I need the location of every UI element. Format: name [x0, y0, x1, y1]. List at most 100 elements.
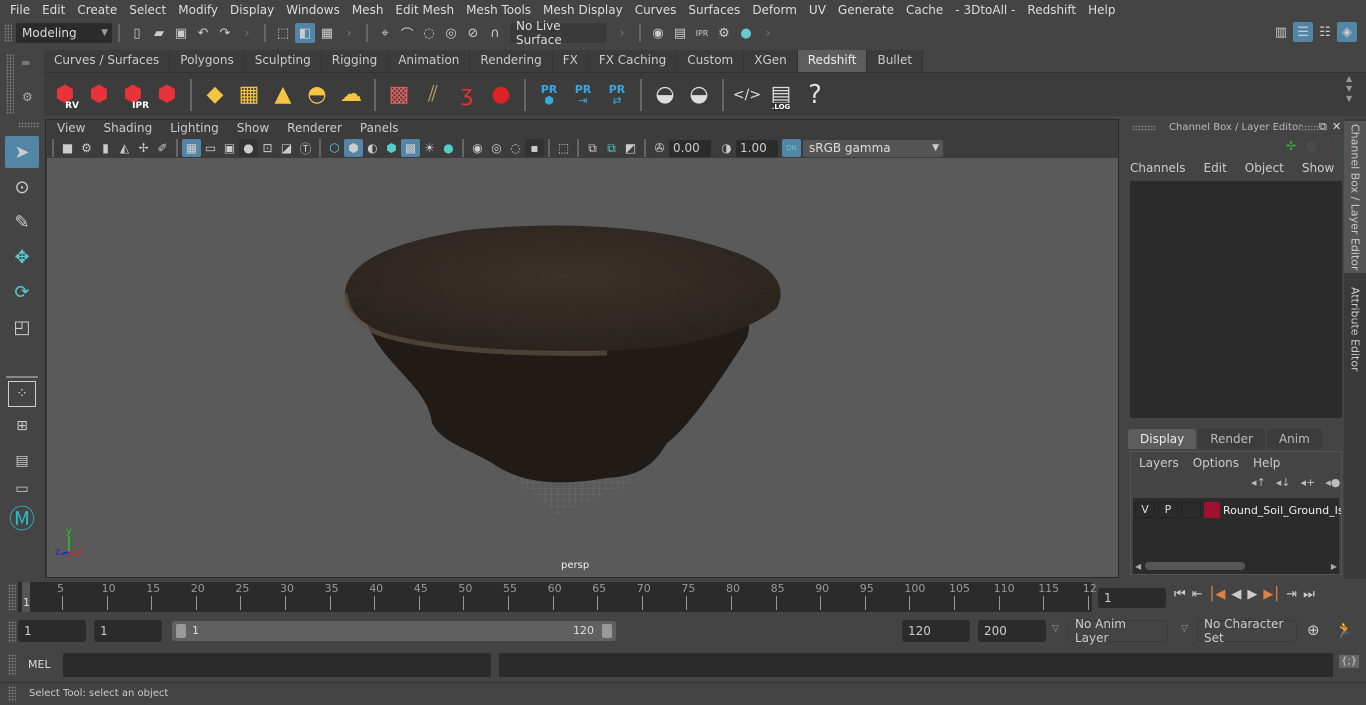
script-editor-icon[interactable]: {;}: [1339, 655, 1360, 668]
camera-icon[interactable]: ■: [58, 139, 77, 157]
go-to-start-icon[interactable]: ⏮: [1174, 587, 1186, 602]
display-type-toggle[interactable]: [1181, 502, 1201, 518]
tab-custom[interactable]: Custom: [677, 50, 745, 72]
other-layout-icon[interactable]: ▭: [5, 480, 39, 498]
open-scene-icon[interactable]: ▰: [149, 23, 169, 43]
script-language-toggle[interactable]: MEL: [28, 658, 51, 671]
visibility-toggle[interactable]: V: [1135, 502, 1155, 518]
maya-logo-icon[interactable]: Ⓜ: [5, 501, 39, 535]
tab-anim[interactable]: Anim: [1266, 429, 1322, 449]
playback-end-field[interactable]: 120: [902, 620, 970, 642]
four-view-layout-icon[interactable]: ⊞: [5, 410, 39, 442]
gamma-icon[interactable]: ◑: [717, 139, 736, 157]
shelf-scroll[interactable]: ▲ ▼ ▼: [1346, 74, 1352, 104]
drag-handle[interactable]: [18, 122, 40, 128]
grid-icon[interactable]: ▦: [182, 139, 201, 157]
new-scene-icon[interactable]: ▯: [127, 23, 147, 43]
speed-icon[interactable]: ◍: [1306, 139, 1316, 153]
menu-select[interactable]: Select: [123, 3, 172, 17]
log-icon[interactable]: ▤ .LOG: [765, 79, 797, 111]
viewport-menu-view[interactable]: View: [48, 120, 94, 138]
menu-curves[interactable]: Curves: [629, 3, 683, 17]
image-plane-icon[interactable]: ◭: [115, 139, 134, 157]
shelf-settings-icon[interactable]: ⚙: [22, 90, 33, 104]
rotate-tool-icon[interactable]: ⟳: [5, 276, 39, 308]
script-icon[interactable]: </>: [731, 79, 763, 111]
tab-curves-surfaces[interactable]: Curves / Surfaces: [44, 50, 171, 72]
move-layer-down-icon[interactable]: ◂↓: [1276, 476, 1291, 489]
tab-channel-box[interactable]: Channel Box / Layer Editor: [1344, 121, 1366, 273]
step-forward-key-icon[interactable]: ⇥: [1286, 587, 1297, 602]
layer-menu-help[interactable]: Help: [1253, 456, 1280, 470]
grease-pencil-icon[interactable]: ✐: [153, 139, 172, 157]
move-tool-icon[interactable]: ✥: [5, 241, 39, 273]
menu-3dtoall[interactable]: - 3DtoAll -: [949, 3, 1021, 17]
collapse-arrow-icon[interactable]: ›: [612, 23, 632, 43]
color-space-dropdown[interactable]: sRGB gamma ▼: [803, 139, 943, 157]
redshift-ipr-icon[interactable]: ⬢ IPR: [117, 79, 149, 111]
tab-animation[interactable]: Animation: [388, 50, 471, 72]
current-frame-field[interactable]: 1: [1098, 588, 1166, 608]
pr-object-icon[interactable]: PR ⬢: [533, 79, 565, 111]
tab-sculpting[interactable]: Sculpting: [244, 50, 322, 72]
menu-edit-mesh[interactable]: Edit Mesh: [389, 3, 460, 17]
undo-icon[interactable]: ↶: [193, 23, 213, 43]
tab-rigging[interactable]: Rigging: [321, 50, 389, 72]
menu-file[interactable]: File: [4, 3, 36, 17]
volume-icon[interactable]: ʒ: [451, 79, 483, 111]
drag-handle[interactable]: [1132, 125, 1156, 131]
range-slider[interactable]: 1 120: [172, 621, 616, 641]
range-end-handle[interactable]: [602, 624, 612, 638]
chevron-down-icon[interactable]: ▽: [1052, 624, 1059, 634]
menu-modify[interactable]: Modify: [172, 3, 224, 17]
gamma-field[interactable]: 1.00: [736, 139, 778, 157]
layer-color-swatch[interactable]: [1204, 502, 1220, 518]
move-layer-up-icon[interactable]: ◂↑: [1251, 476, 1266, 489]
scroll-thumb[interactable]: [1145, 562, 1246, 570]
channel-menu-channels[interactable]: Channels: [1130, 161, 1186, 175]
tab-render[interactable]: Render: [1198, 429, 1265, 449]
command-input[interactable]: [63, 653, 491, 677]
gate-mask-icon[interactable]: ●: [239, 139, 258, 157]
channel-menu-edit[interactable]: Edit: [1204, 161, 1227, 175]
2d-pan-zoom-icon[interactable]: ✢: [134, 139, 153, 157]
motion-blur-icon[interactable]: ◎: [487, 139, 506, 157]
menu-uv[interactable]: UV: [803, 3, 832, 17]
render-frame-icon[interactable]: ▤: [670, 23, 690, 43]
menu-redshift[interactable]: Redshift: [1021, 3, 1082, 17]
anim-layer-dropdown[interactable]: No Anim Layer: [1068, 617, 1168, 645]
menu-mesh-tools[interactable]: Mesh Tools: [460, 3, 537, 17]
default-material-icon[interactable]: ◐: [363, 139, 382, 157]
sun-sky-icon[interactable]: ☁: [335, 79, 367, 111]
tab-polygons[interactable]: Polygons: [170, 50, 245, 72]
exposure-field[interactable]: 0.00: [669, 139, 711, 157]
menu-create[interactable]: Create: [71, 3, 123, 17]
channel-menu-show[interactable]: Show: [1302, 161, 1334, 175]
anti-aliasing-icon[interactable]: ◌: [506, 139, 525, 157]
paint-select-tool-icon[interactable]: ✎: [5, 206, 39, 238]
character-set-dropdown[interactable]: No Character Set: [1197, 617, 1297, 645]
use-all-lights-icon[interactable]: ☀: [420, 139, 439, 157]
proxy-cube-icon[interactable]: ▩: [383, 79, 415, 111]
drag-handle[interactable]: [1298, 125, 1320, 131]
tab-fx-caching[interactable]: FX Caching: [588, 50, 678, 72]
range-start-handle[interactable]: [176, 624, 186, 638]
tab-fx[interactable]: FX: [552, 50, 589, 72]
bake-icon[interactable]: ◒: [649, 79, 681, 111]
outliner-layout-icon[interactable]: ▤: [5, 445, 39, 477]
scroll-right-icon[interactable]: ▶: [1331, 562, 1337, 571]
safe-action-icon[interactable]: ◪: [277, 139, 296, 157]
snap-grid-icon[interactable]: ⌖: [375, 23, 395, 43]
close-panel-icon[interactable]: ✕: [1332, 120, 1341, 133]
depth-of-field-icon[interactable]: ▪: [525, 139, 544, 157]
screen-space-ao-icon[interactable]: ◉: [468, 139, 487, 157]
drag-handle[interactable]: [4, 24, 12, 42]
tab-bullet[interactable]: Bullet: [867, 50, 924, 72]
color-management-toggle[interactable]: ON: [782, 139, 801, 157]
lasso-tool-icon[interactable]: ⊙: [5, 171, 39, 203]
tab-xgen[interactable]: XGen: [744, 50, 798, 72]
select-object-icon[interactable]: ◧: [295, 23, 315, 43]
viewport-canvas[interactable]: y x z persp: [47, 158, 1118, 577]
tab-rendering[interactable]: Rendering: [470, 50, 553, 72]
step-forward-frame-icon[interactable]: ▶⎮: [1263, 587, 1280, 602]
